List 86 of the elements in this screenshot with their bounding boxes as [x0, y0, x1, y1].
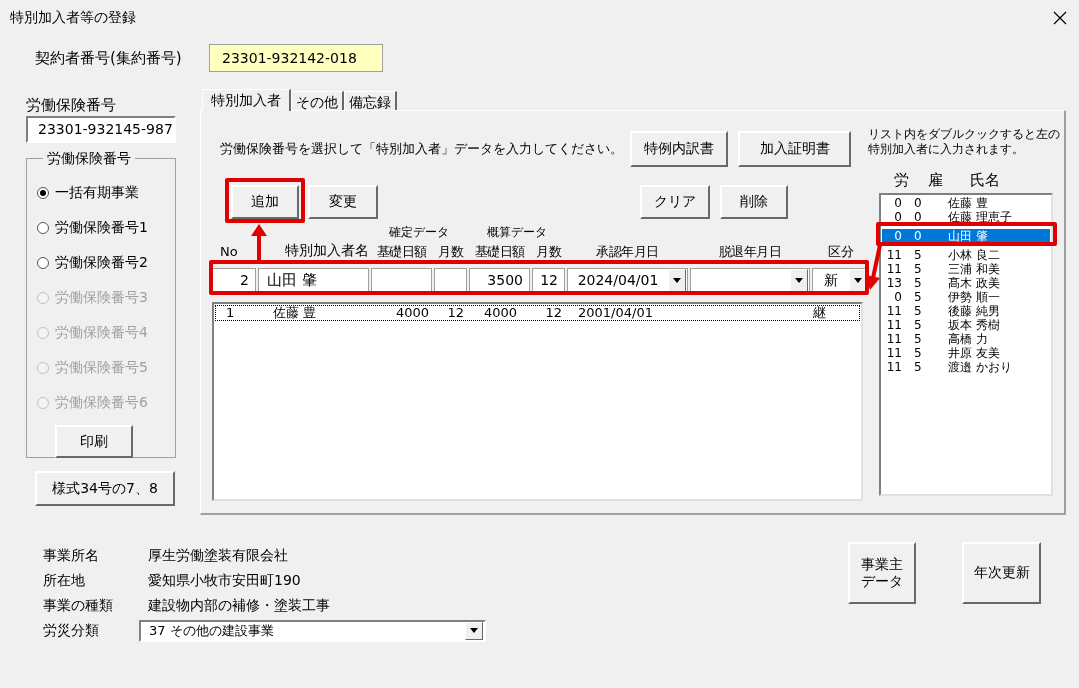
group-title: 労働保険番号	[46, 149, 132, 168]
list-item[interactable]: 11 5 後藤 純男	[882, 304, 1050, 318]
print-button[interactable]: 印刷	[55, 425, 133, 458]
instruction-text: 労働保険番号を選択して「特別加入者」データを入力してください。	[220, 140, 624, 159]
close-icon[interactable]	[1053, 10, 1067, 25]
dropdown-button[interactable]	[668, 269, 686, 292]
list-cell-text: 継	[813, 306, 827, 320]
list-item[interactable]: 11 5 高橋 力	[882, 332, 1050, 346]
radio-label[interactable]: 労働保険番号1	[55, 217, 148, 238]
category-dropdown[interactable]: 37 その他の建設事業	[139, 619, 486, 642]
button[interactable]: 事業主データ	[848, 542, 916, 604]
button[interactable]: 変更	[308, 185, 378, 219]
hint-text: リスト内をダブルクックすると左の特別加入者に入力されます。	[868, 127, 1061, 158]
button[interactable]: 加入証明書	[738, 131, 851, 167]
column-header: 氏名	[970, 169, 1000, 191]
dropdown-button[interactable]	[465, 621, 483, 640]
button[interactable]: 削除	[720, 185, 788, 219]
input-field[interactable]	[434, 268, 467, 293]
list-item[interactable]: 11 5 三浦 和美	[882, 262, 1050, 276]
caret-icon	[795, 278, 803, 283]
column-header: 労	[894, 169, 910, 191]
field-label: 労災分類	[43, 621, 100, 640]
input-field[interactable]: 山田 肇	[258, 268, 369, 293]
list-cell-text: 4000	[483, 306, 519, 320]
field-label: 労働保険番号	[26, 95, 117, 116]
tab[interactable]: その他	[291, 91, 344, 110]
list-cell-text: 佐藤 豊	[272, 306, 318, 320]
field-value: 建設物内部の補修・塗装工事	[148, 596, 330, 615]
tab[interactable]: 特別加入者	[202, 89, 291, 111]
input-field[interactable]: 12	[532, 268, 565, 293]
list-cell-text: 12	[446, 306, 465, 320]
list-item[interactable]: 11 5 渡邉 かおり	[882, 360, 1050, 374]
column-header: 承認年月日	[595, 242, 660, 261]
list-item[interactable]: 0 0 山田 肇	[882, 229, 1050, 243]
field-label: 契約者番号(集約番号)	[35, 47, 183, 69]
radio-button[interactable]	[37, 221, 49, 234]
list-item[interactable]: 11 5 小林 良二	[882, 248, 1050, 262]
list-item[interactable]: 0 0 佐藤 理恵子	[882, 210, 1050, 224]
list-cell-text: 1	[225, 306, 236, 320]
field-label: 事業の種類	[43, 596, 114, 615]
dropdown-button[interactable]	[790, 269, 808, 292]
input-field[interactable]	[371, 268, 432, 293]
list-cell-text: 4000	[394, 306, 430, 320]
radio-label[interactable]: 一括有期事業	[55, 182, 139, 203]
list-item[interactable]: 13 5 髙木 政美	[882, 276, 1050, 290]
caret-icon	[470, 628, 478, 633]
button[interactable]: 追加	[231, 185, 299, 219]
contract-number-field[interactable]: 23301-932142-018	[209, 44, 383, 72]
dropdown-field[interactable]: 2024/04/01	[567, 268, 688, 293]
arrow	[866, 244, 882, 290]
list-item[interactable]: 11 5 坂本 秀樹	[882, 318, 1050, 332]
radio-button[interactable]	[37, 256, 49, 269]
column-header: 特別加入者名	[284, 241, 369, 260]
list-item[interactable]: 0 0 佐藤 豊	[882, 196, 1050, 210]
caret-icon	[854, 278, 862, 283]
list-cell-text: 2001/04/01	[577, 306, 654, 320]
column-header: 脱退年月日	[717, 242, 783, 261]
field-label: 所在地	[43, 571, 86, 590]
column-header: 区分	[827, 242, 854, 261]
column-header: 月数	[535, 242, 563, 261]
radio-label[interactable]: 労働保険番号2	[55, 252, 148, 273]
column-group-header: 概算データ	[486, 224, 548, 240]
column-header: 基礎日額	[473, 242, 526, 261]
column-header: 基礎日額	[375, 242, 428, 261]
list-item[interactable]: 0 5 伊勢 順一	[882, 290, 1050, 304]
column-header: 月数	[437, 242, 465, 261]
button[interactable]: 特例内訳書	[630, 131, 728, 167]
column-group-header: 確定データ	[388, 224, 450, 240]
form-button[interactable]: 様式34号の7、8	[35, 471, 175, 506]
tab[interactable]: 備忘録	[344, 91, 397, 110]
column-header: No	[219, 242, 239, 261]
field-value: 厚生労働塗装有限会社	[148, 546, 288, 565]
window-title: 特別加入者等の登録	[10, 8, 136, 27]
list-cell-text: 12	[544, 306, 563, 320]
caret-icon	[673, 278, 681, 283]
list-row[interactable]: 1 佐藤 豊 4000 12 4000 12 2001/04/01 継	[215, 305, 860, 321]
dropdown-field[interactable]	[690, 268, 810, 293]
input-field[interactable]: 3500	[469, 268, 530, 293]
radio-button[interactable]	[37, 186, 49, 199]
insurance-number-field[interactable]: 23301-932145-987	[26, 116, 176, 143]
field-label: 事業所名	[43, 546, 100, 565]
column-header: 雇	[928, 169, 944, 191]
field-value: 愛知県小牧市安田町190	[148, 571, 301, 590]
button[interactable]: 年次更新	[962, 542, 1041, 604]
list-item[interactable]: 11 5 井原 友美	[882, 346, 1050, 360]
button[interactable]: クリア	[640, 185, 710, 219]
